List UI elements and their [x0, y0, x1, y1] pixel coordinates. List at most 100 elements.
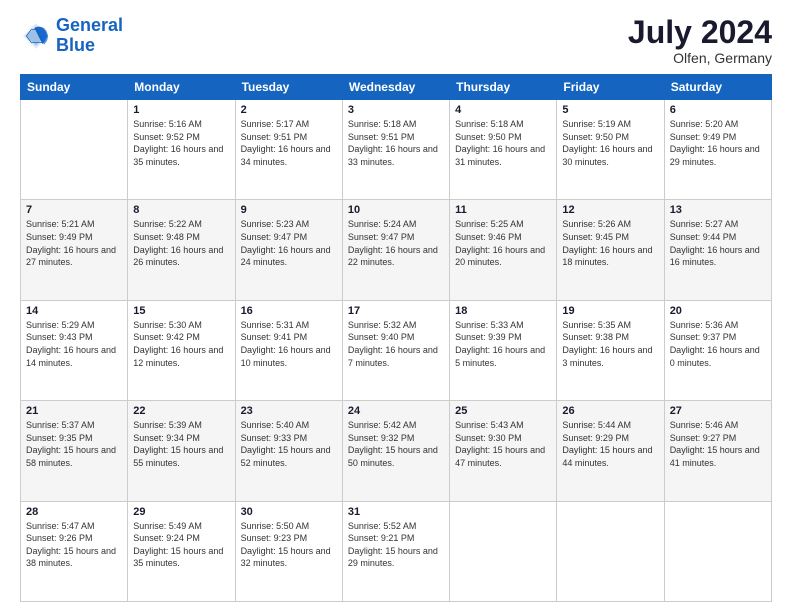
location: Olfen, Germany [628, 50, 772, 66]
header-tuesday: Tuesday [235, 75, 342, 100]
day-number: 6 [670, 104, 766, 116]
logo-icon [20, 20, 52, 52]
table-row [557, 501, 664, 601]
day-number: 14 [26, 305, 122, 317]
day-info: Sunrise: 5:20 AM Sunset: 9:49 PM Dayligh… [670, 118, 766, 168]
table-row: 21 Sunrise: 5:37 AM Sunset: 9:35 PM Dayli… [21, 401, 128, 501]
table-row: 3 Sunrise: 5:18 AM Sunset: 9:51 PM Daylig… [342, 100, 449, 200]
day-info: Sunrise: 5:26 AM Sunset: 9:45 PM Dayligh… [562, 218, 658, 268]
table-row: 13 Sunrise: 5:27 AM Sunset: 9:44 PM Dayli… [664, 200, 771, 300]
day-number: 18 [455, 305, 551, 317]
day-number: 8 [133, 204, 229, 216]
table-row: 12Sunrise: 5:26 AM Sunset: 9:45 PM Dayli… [557, 200, 664, 300]
day-number: 26 [562, 405, 658, 417]
day-number: 7 [26, 204, 122, 216]
table-row: 27 Sunrise: 5:46 AM Sunset: 9:27 PM Dayli… [664, 401, 771, 501]
day-info: Sunrise: 5:43 AM Sunset: 9:30 PM Dayligh… [455, 419, 551, 469]
header-monday: Monday [128, 75, 235, 100]
header: General Blue July 2024 Olfen, Germany [20, 16, 772, 66]
day-number: 30 [241, 506, 337, 518]
calendar-week-row: 14 Sunrise: 5:29 AM Sunset: 9:43 PM Dayli… [21, 300, 772, 400]
day-info: Sunrise: 5:36 AM Sunset: 9:37 PM Dayligh… [670, 319, 766, 369]
table-row: 31 Sunrise: 5:52 AM Sunset: 9:21 PM Dayli… [342, 501, 449, 601]
day-number: 1 [133, 104, 229, 116]
table-row: 24Sunrise: 5:42 AM Sunset: 9:32 PM Dayli… [342, 401, 449, 501]
day-number: 15 [133, 305, 229, 317]
day-info: Sunrise: 5:30 AM Sunset: 9:42 PM Dayligh… [133, 319, 229, 369]
day-info: Sunrise: 5:31 AM Sunset: 9:41 PM Dayligh… [241, 319, 337, 369]
day-number: 2 [241, 104, 337, 116]
table-row [664, 501, 771, 601]
day-number: 28 [26, 506, 122, 518]
header-friday: Friday [557, 75, 664, 100]
day-number: 22 [133, 405, 229, 417]
day-number: 21 [26, 405, 122, 417]
header-wednesday: Wednesday [342, 75, 449, 100]
day-number: 17 [348, 305, 444, 317]
table-row: 6 Sunrise: 5:20 AM Sunset: 9:49 PM Daylig… [664, 100, 771, 200]
day-number: 5 [562, 104, 658, 116]
table-row: 15 Sunrise: 5:30 AM Sunset: 9:42 PM Dayli… [128, 300, 235, 400]
table-row: 16 Sunrise: 5:31 AM Sunset: 9:41 PM Dayli… [235, 300, 342, 400]
day-number: 29 [133, 506, 229, 518]
day-info: Sunrise: 5:40 AM Sunset: 9:33 PM Dayligh… [241, 419, 337, 469]
day-info: Sunrise: 5:18 AM Sunset: 9:51 PM Dayligh… [348, 118, 444, 168]
day-info: Sunrise: 5:25 AM Sunset: 9:46 PM Dayligh… [455, 218, 551, 268]
day-info: Sunrise: 5:33 AM Sunset: 9:39 PM Dayligh… [455, 319, 551, 369]
day-info: Sunrise: 5:24 AM Sunset: 9:47 PM Dayligh… [348, 218, 444, 268]
day-info: Sunrise: 5:39 AM Sunset: 9:34 PM Dayligh… [133, 419, 229, 469]
table-row [450, 501, 557, 601]
table-row: 29 Sunrise: 5:49 AM Sunset: 9:24 PM Dayli… [128, 501, 235, 601]
day-info: Sunrise: 5:23 AM Sunset: 9:47 PM Dayligh… [241, 218, 337, 268]
day-info: Sunrise: 5:18 AM Sunset: 9:50 PM Dayligh… [455, 118, 551, 168]
table-row: 5Sunrise: 5:19 AM Sunset: 9:50 PM Daylig… [557, 100, 664, 200]
table-row: 9 Sunrise: 5:23 AM Sunset: 9:47 PM Daylig… [235, 200, 342, 300]
table-row: 17 Sunrise: 5:32 AM Sunset: 9:40 PM Dayli… [342, 300, 449, 400]
day-info: Sunrise: 5:52 AM Sunset: 9:21 PM Dayligh… [348, 520, 444, 570]
page: General Blue July 2024 Olfen, Germany Su… [0, 0, 792, 612]
header-saturday: Saturday [664, 75, 771, 100]
day-info: Sunrise: 5:17 AM Sunset: 9:51 PM Dayligh… [241, 118, 337, 168]
table-row: 18 Sunrise: 5:33 AM Sunset: 9:39 PM Dayli… [450, 300, 557, 400]
month-title: July 2024 [628, 16, 772, 48]
day-number: 3 [348, 104, 444, 116]
day-info: Sunrise: 5:32 AM Sunset: 9:40 PM Dayligh… [348, 319, 444, 369]
day-info: Sunrise: 5:47 AM Sunset: 9:26 PM Dayligh… [26, 520, 122, 570]
day-number: 25 [455, 405, 551, 417]
day-number: 4 [455, 104, 551, 116]
day-number: 10 [348, 204, 444, 216]
table-row: 23Sunrise: 5:40 AM Sunset: 9:33 PM Dayli… [235, 401, 342, 501]
table-row: 14 Sunrise: 5:29 AM Sunset: 9:43 PM Dayli… [21, 300, 128, 400]
day-number: 19 [562, 305, 658, 317]
table-row: 10 Sunrise: 5:24 AM Sunset: 9:47 PM Dayli… [342, 200, 449, 300]
table-row: 20Sunrise: 5:36 AM Sunset: 9:37 PM Dayli… [664, 300, 771, 400]
day-number: 9 [241, 204, 337, 216]
calendar-week-row: 28 Sunrise: 5:47 AM Sunset: 9:26 PM Dayli… [21, 501, 772, 601]
day-info: Sunrise: 5:16 AM Sunset: 9:52 PM Dayligh… [133, 118, 229, 168]
table-row: 25 Sunrise: 5:43 AM Sunset: 9:30 PM Dayli… [450, 401, 557, 501]
table-row: 11 Sunrise: 5:25 AM Sunset: 9:46 PM Dayli… [450, 200, 557, 300]
table-row: 2 Sunrise: 5:17 AM Sunset: 9:51 PM Daylig… [235, 100, 342, 200]
day-number: 13 [670, 204, 766, 216]
day-number: 16 [241, 305, 337, 317]
day-info: Sunrise: 5:35 AM Sunset: 9:38 PM Dayligh… [562, 319, 658, 369]
day-info: Sunrise: 5:37 AM Sunset: 9:35 PM Dayligh… [26, 419, 122, 469]
day-info: Sunrise: 5:29 AM Sunset: 9:43 PM Dayligh… [26, 319, 122, 369]
table-row: 28 Sunrise: 5:47 AM Sunset: 9:26 PM Dayli… [21, 501, 128, 601]
table-row: 30 Sunrise: 5:50 AM Sunset: 9:23 PM Dayli… [235, 501, 342, 601]
table-row: 22 Sunrise: 5:39 AM Sunset: 9:34 PM Dayli… [128, 401, 235, 501]
day-number: 31 [348, 506, 444, 518]
calendar-table: Sunday Monday Tuesday Wednesday Thursday… [20, 74, 772, 602]
logo-line1: General [56, 15, 123, 35]
day-info: Sunrise: 5:46 AM Sunset: 9:27 PM Dayligh… [670, 419, 766, 469]
day-info: Sunrise: 5:27 AM Sunset: 9:44 PM Dayligh… [670, 218, 766, 268]
day-info: Sunrise: 5:50 AM Sunset: 9:23 PM Dayligh… [241, 520, 337, 570]
day-number: 11 [455, 204, 551, 216]
table-row: 7Sunrise: 5:21 AM Sunset: 9:49 PM Daylig… [21, 200, 128, 300]
header-sunday: Sunday [21, 75, 128, 100]
calendar-week-row: 7Sunrise: 5:21 AM Sunset: 9:49 PM Daylig… [21, 200, 772, 300]
day-info: Sunrise: 5:44 AM Sunset: 9:29 PM Dayligh… [562, 419, 658, 469]
day-number: 27 [670, 405, 766, 417]
day-info: Sunrise: 5:49 AM Sunset: 9:24 PM Dayligh… [133, 520, 229, 570]
calendar-week-row: 1 Sunrise: 5:16 AM Sunset: 9:52 PM Daylig… [21, 100, 772, 200]
